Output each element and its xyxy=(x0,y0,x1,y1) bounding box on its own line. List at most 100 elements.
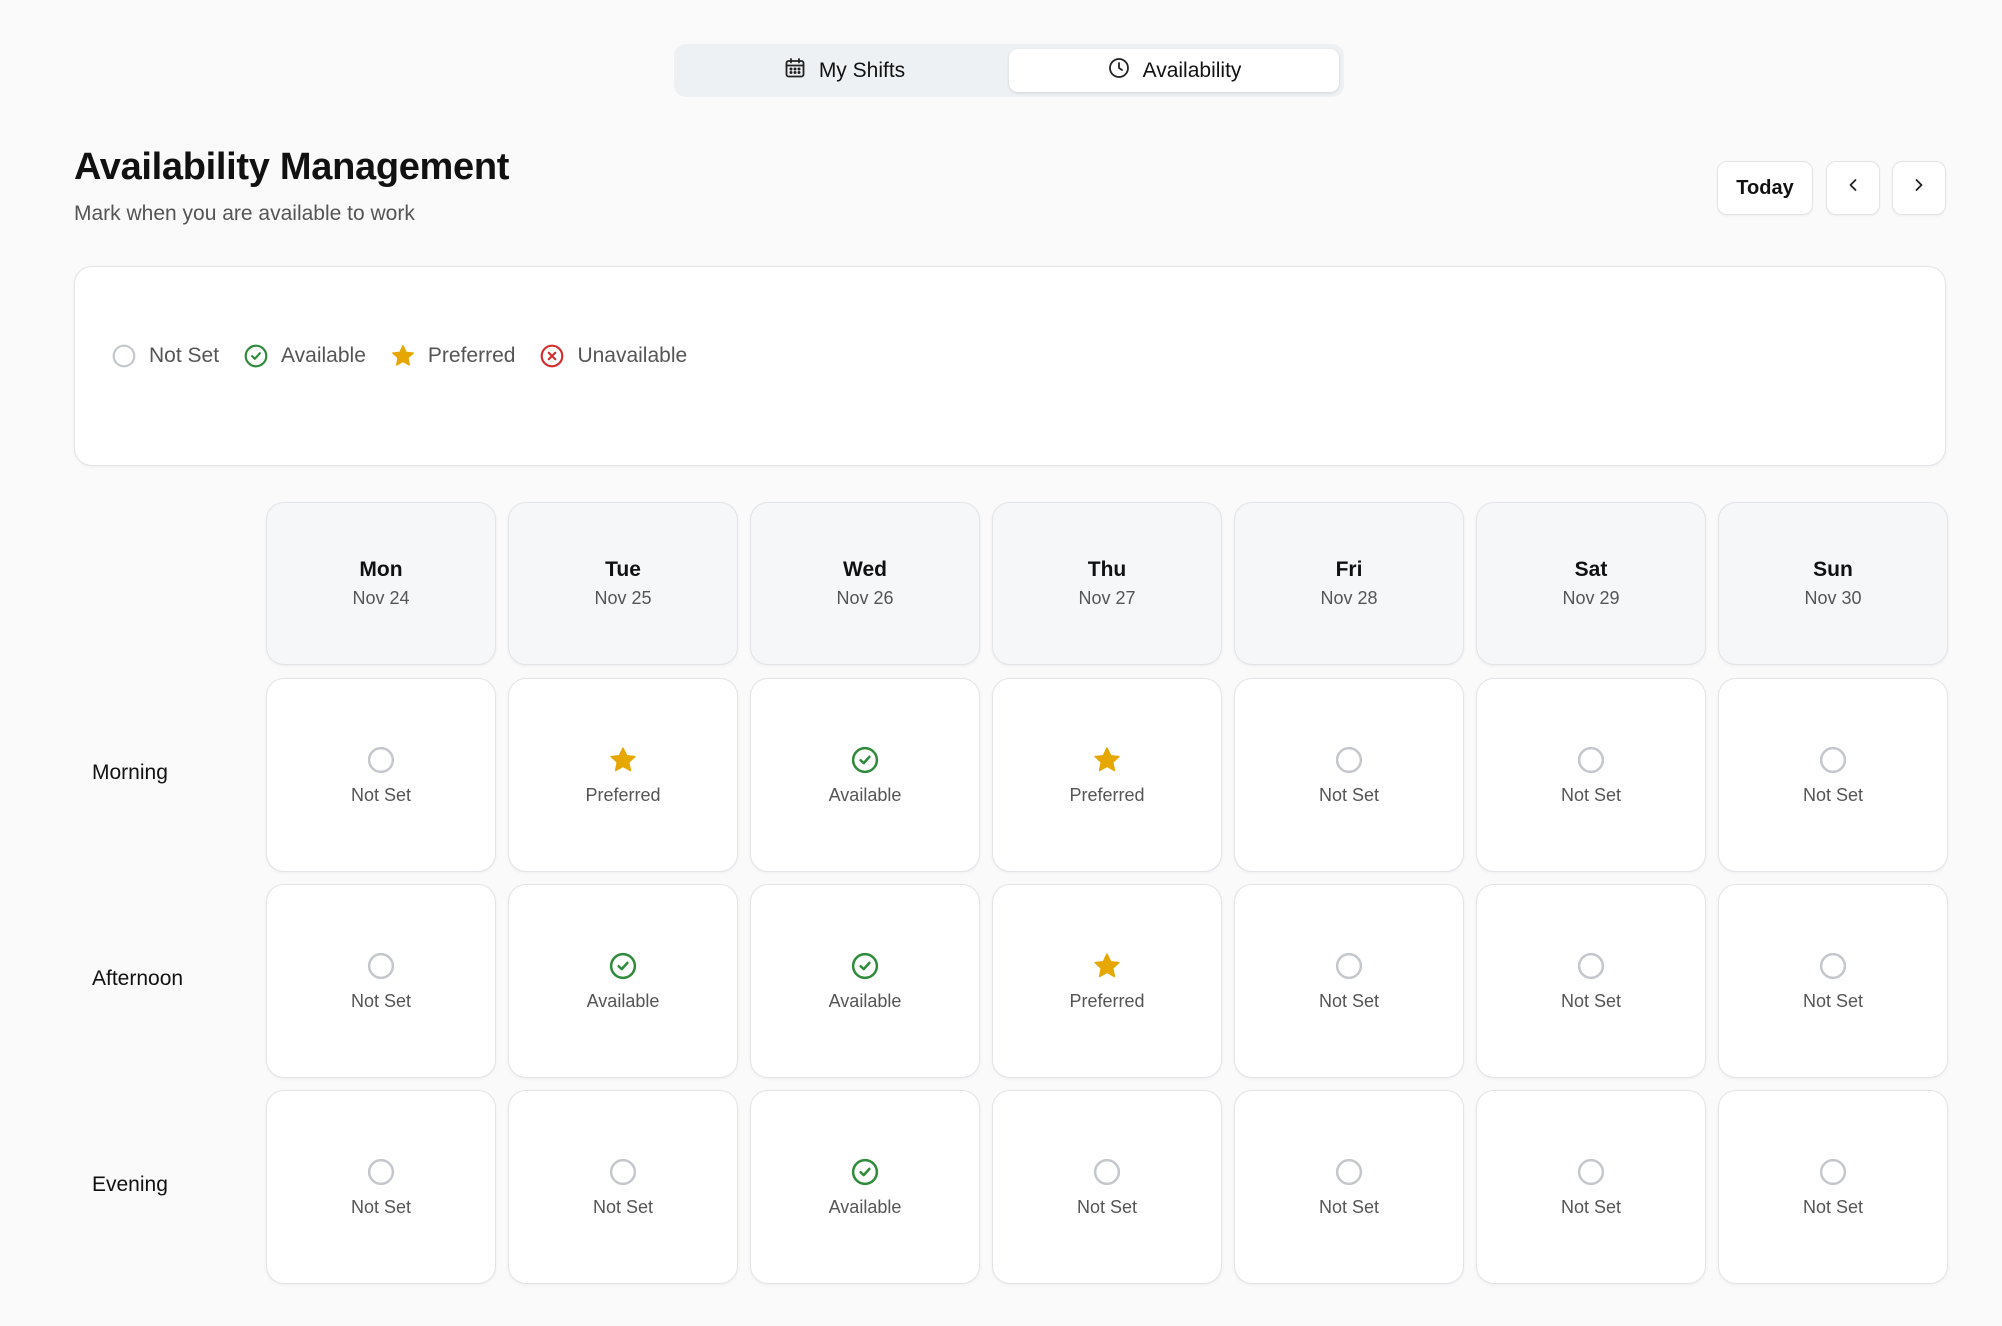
clock-icon xyxy=(1107,56,1131,86)
availability-cell-evening-sat[interactable]: Not Set xyxy=(1476,1090,1706,1284)
check-circle-icon xyxy=(608,951,638,981)
page-title: Availability Management xyxy=(74,146,510,188)
cell-status-label: Available xyxy=(828,1196,902,1217)
chevron-left-icon xyxy=(1843,175,1863,201)
calendar-icon xyxy=(783,56,807,86)
day-header-wed: Wed Nov 26 xyxy=(750,502,980,665)
day-header-sat: Sat Nov 29 xyxy=(1476,502,1706,665)
legend: Not Set Available Preferred Unavailable xyxy=(111,343,687,369)
star-icon xyxy=(1092,951,1122,981)
check-circle-icon xyxy=(850,1157,880,1187)
day-name: Mon xyxy=(359,558,403,581)
legend-item-not-set: Not Set xyxy=(111,343,219,369)
day-name: Sun xyxy=(1813,558,1853,581)
availability-cell-afternoon-sun[interactable]: Not Set xyxy=(1718,884,1948,1078)
day-name: Sat xyxy=(1574,558,1608,581)
day-name: Fri xyxy=(1335,558,1363,581)
availability-cell-afternoon-fri[interactable]: Not Set xyxy=(1234,884,1464,1078)
cell-status-label: Preferred xyxy=(585,784,661,805)
day-date: Nov 30 xyxy=(1804,588,1862,608)
slot-label-afternoon: Afternoon xyxy=(92,967,184,990)
availability-cell-morning-mon[interactable]: Not Set xyxy=(266,678,496,872)
star-icon xyxy=(608,745,638,775)
legend-label: Available xyxy=(281,344,366,367)
availability-cell-morning-sat[interactable]: Not Set xyxy=(1476,678,1706,872)
availability-cell-evening-fri[interactable]: Not Set xyxy=(1234,1090,1464,1284)
day-date: Nov 26 xyxy=(836,588,894,608)
legend-item-preferred: Preferred xyxy=(390,343,516,369)
check-circle-icon xyxy=(850,745,880,775)
availability-cell-afternoon-sat[interactable]: Not Set xyxy=(1476,884,1706,1078)
day-header-sun: Sun Nov 30 xyxy=(1718,502,1948,665)
availability-cell-afternoon-tue[interactable]: Available xyxy=(508,884,738,1078)
cell-status-label: Not Set xyxy=(1802,1196,1864,1217)
availability-cell-afternoon-thu[interactable]: Preferred xyxy=(992,884,1222,1078)
legend-label: Unavailable xyxy=(577,344,688,367)
day-header-mon: Mon Nov 24 xyxy=(266,502,496,665)
cell-status-label: Available xyxy=(828,784,902,805)
availability-cell-morning-tue[interactable]: Preferred xyxy=(508,678,738,872)
legend-card: Not Set Available Preferred Unavailable xyxy=(74,266,1946,466)
cell-status-label: Available xyxy=(586,990,660,1011)
availability-cell-evening-thu[interactable]: Not Set xyxy=(992,1090,1222,1284)
day-date: Nov 27 xyxy=(1078,588,1136,608)
day-name: Wed xyxy=(843,558,887,581)
day-name: Tue xyxy=(605,558,641,581)
legend-label: Preferred xyxy=(427,344,516,367)
availability-cell-evening-sun[interactable]: Not Set xyxy=(1718,1090,1948,1284)
previous-week-button[interactable] xyxy=(1826,161,1880,215)
slot-label-evening: Evening xyxy=(92,1173,168,1196)
tab-availability[interactable]: Availability xyxy=(1009,49,1339,92)
cell-status-label: Not Set xyxy=(1560,990,1622,1011)
slot-label-morning: Morning xyxy=(92,761,168,784)
legend-item-available: Available xyxy=(243,343,366,369)
empty-circle-icon xyxy=(111,343,137,369)
availability-cell-morning-wed[interactable]: Available xyxy=(750,678,980,872)
cell-status-label: Not Set xyxy=(1318,1196,1380,1217)
chevron-right-icon xyxy=(1909,175,1929,201)
check-circle-icon xyxy=(243,343,269,369)
next-week-button[interactable] xyxy=(1892,161,1946,215)
today-button[interactable]: Today xyxy=(1717,161,1813,215)
cell-status-label: Not Set xyxy=(1560,1196,1622,1217)
empty-circle-icon xyxy=(366,1157,396,1187)
star-icon xyxy=(1092,745,1122,775)
tab-my-shifts[interactable]: My Shifts xyxy=(679,49,1009,92)
cell-status-label: Preferred xyxy=(1069,784,1145,805)
empty-circle-icon xyxy=(1576,951,1606,981)
day-header-fri: Fri Nov 28 xyxy=(1234,502,1464,665)
x-circle-icon xyxy=(539,343,565,369)
empty-circle-icon xyxy=(1818,951,1848,981)
empty-circle-icon xyxy=(1576,1157,1606,1187)
availability-cell-evening-tue[interactable]: Not Set xyxy=(508,1090,738,1284)
view-tabs: My Shifts Availability xyxy=(674,44,1344,97)
availability-cell-morning-sun[interactable]: Not Set xyxy=(1718,678,1948,872)
availability-cell-afternoon-mon[interactable]: Not Set xyxy=(266,884,496,1078)
cell-status-label: Not Set xyxy=(350,784,412,805)
day-header-thu: Thu Nov 27 xyxy=(992,502,1222,665)
availability-cell-afternoon-wed[interactable]: Available xyxy=(750,884,980,1078)
empty-circle-icon xyxy=(1818,1157,1848,1187)
cell-status-label: Not Set xyxy=(592,1196,654,1217)
cell-status-label: Preferred xyxy=(1069,990,1145,1011)
day-date: Nov 29 xyxy=(1562,588,1620,608)
availability-cell-morning-fri[interactable]: Not Set xyxy=(1234,678,1464,872)
cell-status-label: Not Set xyxy=(350,990,412,1011)
empty-circle-icon xyxy=(1334,745,1364,775)
empty-circle-icon xyxy=(1818,745,1848,775)
availability-cell-evening-mon[interactable]: Not Set xyxy=(266,1090,496,1284)
day-date: Nov 25 xyxy=(594,588,652,608)
empty-circle-icon xyxy=(1334,951,1364,981)
availability-cell-evening-wed[interactable]: Available xyxy=(750,1090,980,1284)
legend-label: Not Set xyxy=(149,344,220,367)
empty-circle-icon xyxy=(608,1157,638,1187)
day-date: Nov 24 xyxy=(352,588,410,608)
legend-item-unavailable: Unavailable xyxy=(539,343,687,369)
check-circle-icon xyxy=(850,951,880,981)
tab-my-shifts-label: My Shifts xyxy=(818,58,906,82)
availability-cell-morning-thu[interactable]: Preferred xyxy=(992,678,1222,872)
star-icon xyxy=(390,343,416,369)
cell-status-label: Not Set xyxy=(350,1196,412,1217)
empty-circle-icon xyxy=(1334,1157,1364,1187)
empty-circle-icon xyxy=(1576,745,1606,775)
